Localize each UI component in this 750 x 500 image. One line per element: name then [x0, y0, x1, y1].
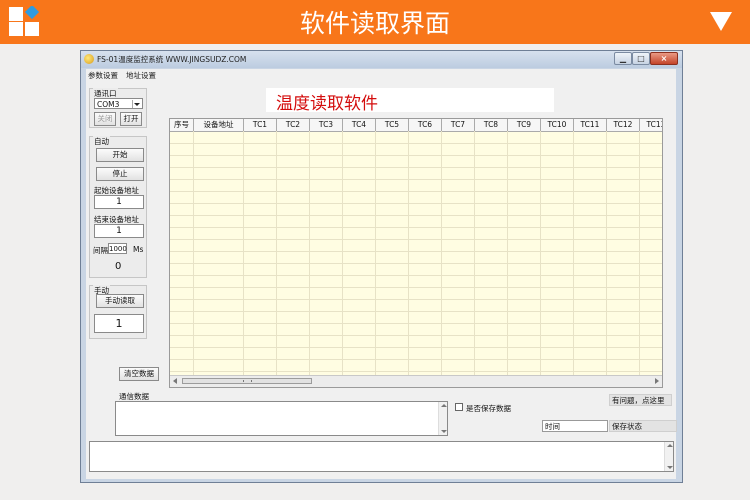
app-window: FS-01温度监控系统 WWW.JINGSUDZ.COM ▁ □ × 参数设置 … [80, 50, 683, 483]
minimize-button[interactable]: ▁ [614, 52, 632, 65]
page-heading: 温度读取软件 [276, 94, 378, 114]
column-header[interactable]: TC2 [277, 119, 310, 131]
grid-row-line [170, 143, 662, 144]
column-header[interactable]: TC1 [244, 119, 277, 131]
grid-row-line [170, 179, 662, 180]
port-select-value: COM3 [97, 100, 120, 109]
scroll-down-icon[interactable] [667, 466, 673, 469]
app-icon [84, 54, 94, 64]
dropdown-arrow-icon [132, 100, 141, 108]
column-header[interactable]: TC4 [343, 119, 376, 131]
grid-row-line [170, 371, 662, 372]
end-address-input[interactable]: 1 [94, 224, 144, 238]
scroll-right-icon[interactable] [655, 378, 659, 384]
scroll-down-icon[interactable] [441, 430, 447, 433]
grid-row-line [170, 155, 662, 156]
column-header[interactable]: TC3 [310, 119, 343, 131]
log-textarea[interactable] [89, 441, 674, 472]
comm-data-textarea[interactable] [115, 401, 448, 436]
column-header[interactable]: TC10 [541, 119, 574, 131]
menu-item-params[interactable]: 参数设置 [88, 70, 118, 81]
column-header[interactable]: 设备地址 [194, 119, 244, 131]
maximize-icon: □ [637, 54, 645, 63]
manual-group: 手动 手动读取 1 [89, 285, 147, 339]
grid-row-line [170, 359, 662, 360]
save-data-label: 是否保存数据 [466, 404, 511, 413]
minimize-icon: ▁ [619, 54, 627, 63]
auto-group: 自动 开始 停止 起始设备地址 1 结束设备地址 1 间隔 1000 Ms 0 [89, 136, 147, 278]
column-header[interactable]: 序号 [170, 119, 194, 131]
save-status-field: 保存状态 [609, 420, 677, 432]
grid-row-line [170, 323, 662, 324]
column-header[interactable]: TC13 [640, 119, 662, 131]
help-link[interactable]: 有问题，点这里 [609, 394, 672, 406]
column-header[interactable]: TC6 [409, 119, 442, 131]
maximize-button[interactable]: □ [632, 52, 650, 65]
save-data-checkbox[interactable] [455, 403, 463, 411]
scroll-thumb[interactable] [182, 378, 312, 384]
column-header[interactable]: TC11 [574, 119, 607, 131]
manual-read-button[interactable]: 手动读取 [96, 294, 144, 308]
title-bar[interactable]: FS-01温度监控系统 WWW.JINGSUDZ.COM ▁ □ × [81, 51, 682, 68]
interval-unit: Ms [133, 245, 144, 254]
stop-button[interactable]: 停止 [96, 167, 144, 181]
comm-data-scrollbar[interactable] [438, 402, 447, 435]
auto-counter: 0 [115, 261, 122, 272]
scroll-up-icon[interactable] [441, 404, 447, 407]
window-client: 参数设置 地址设置 通讯口 COM3 关闭 打开 自动 开始 停止 起始设备地址… [86, 69, 677, 479]
grid-row-line [170, 299, 662, 300]
grid-row-line [170, 191, 662, 192]
scroll-left-icon[interactable] [173, 378, 177, 384]
interval-label: 间隔 [93, 246, 108, 255]
close-icon: × [660, 54, 668, 63]
data-grid[interactable]: 序号 设备地址 TC1 TC2 TC3 TC4 TC5 TC6 TC7 TC8 TC9 TC10 TC1… [169, 118, 663, 388]
close-button[interactable]: × [650, 52, 678, 65]
port-open-button[interactable]: 打开 [120, 112, 142, 126]
time-field: 时间 [542, 420, 608, 432]
banner-title: 软件读取界面 [299, 9, 450, 38]
menu-item-address[interactable]: 地址设置 [126, 70, 156, 81]
grid-row-line [170, 215, 662, 216]
grid-row-line [170, 311, 662, 312]
interval-input[interactable]: 1000 [108, 243, 127, 254]
grid-row-line [170, 251, 662, 252]
top-banner: 软件读取界面 [0, 0, 750, 44]
chevron-down-icon[interactable] [710, 12, 732, 31]
grid-row-line [170, 287, 662, 288]
port-group: 通讯口 COM3 关闭 打开 [89, 88, 147, 128]
grid-row-line [170, 347, 662, 348]
port-close-button[interactable]: 关闭 [94, 112, 116, 126]
auto-group-title: 自动 [93, 136, 110, 147]
start-address-input[interactable]: 1 [94, 195, 144, 209]
port-select[interactable]: COM3 [94, 98, 143, 109]
column-header[interactable]: TC9 [508, 119, 541, 131]
grid-row-line [170, 335, 662, 336]
horizontal-scrollbar[interactable] [170, 375, 662, 387]
column-header[interactable]: TC12 [607, 119, 640, 131]
heading-box: 温度读取软件 [266, 88, 554, 114]
start-button[interactable]: 开始 [96, 148, 144, 162]
column-header[interactable]: TC5 [376, 119, 409, 131]
log-scrollbar[interactable] [664, 442, 673, 471]
grid-row-line [170, 239, 662, 240]
clear-data-button[interactable]: 清空数据 [119, 367, 159, 381]
menu-bar: 参数设置 地址设置 [86, 69, 676, 81]
window-title: FS-01温度监控系统 WWW.JINGSUDZ.COM [97, 55, 247, 64]
scroll-up-icon[interactable] [667, 444, 673, 447]
column-header[interactable]: TC7 [442, 119, 475, 131]
grid-row-line [170, 203, 662, 204]
grid-row-line [170, 167, 662, 168]
column-header[interactable]: TC8 [475, 119, 508, 131]
grid-row-line [170, 227, 662, 228]
grid-row-line [170, 275, 662, 276]
manual-value-input[interactable]: 1 [94, 314, 144, 333]
grid-row-line [170, 263, 662, 264]
